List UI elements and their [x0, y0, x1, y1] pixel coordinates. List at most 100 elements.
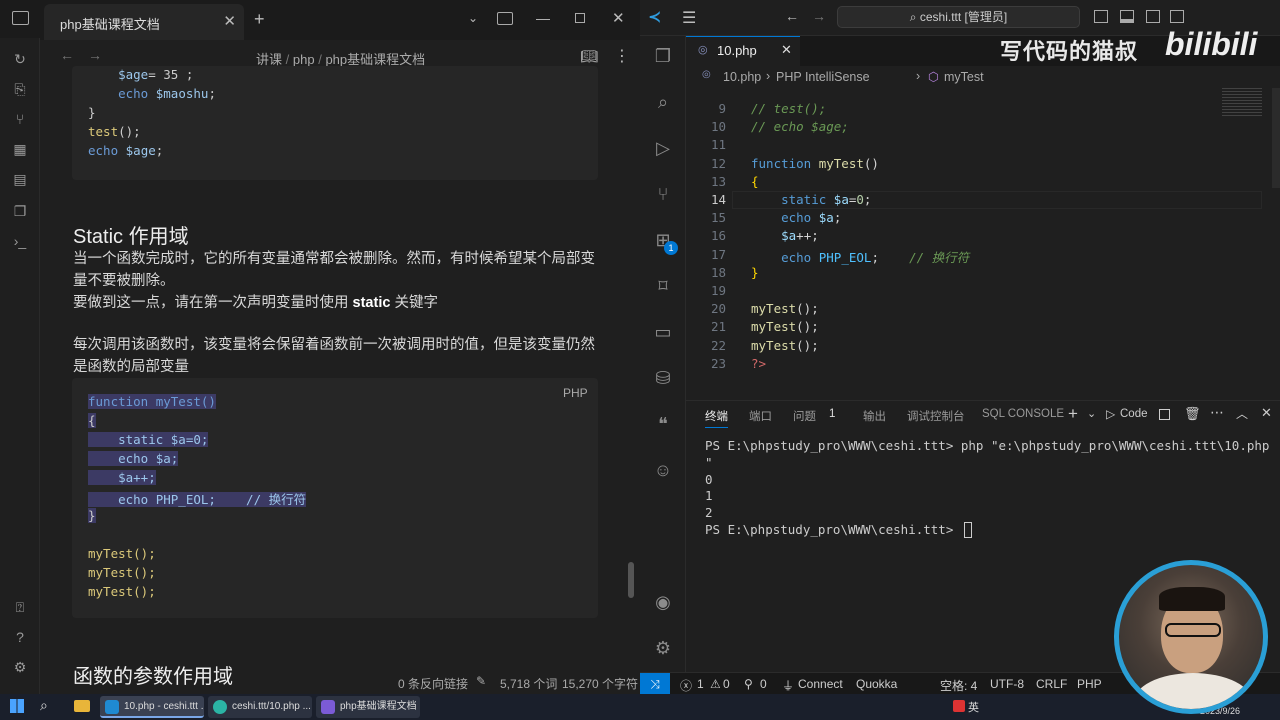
new-tab-icon[interactable]: + — [254, 9, 265, 30]
close-icon[interactable]: ✕ — [223, 12, 236, 30]
scrollbar-thumb[interactable] — [628, 562, 634, 598]
taskbar-item-browser[interactable]: ceshi.ttt/10.php ... — [208, 696, 312, 718]
code-token: $a++; — [88, 470, 156, 485]
maximize-panel-icon[interactable]: ︿ — [1236, 405, 1248, 422]
tab-debug-console[interactable]: 调试控制台 — [907, 408, 965, 424]
trash-icon[interactable]: 🗑︎ — [1184, 406, 1201, 422]
manage-gear-icon[interactable]: ⚙ — [651, 636, 675, 660]
explorer-icon[interactable]: ❐ — [651, 44, 675, 68]
command-center-search[interactable]: ⌕ ceshi.ttt [管理员] — [837, 6, 1080, 28]
presenter-shirt — [1133, 673, 1253, 709]
forward-icon[interactable]: → — [88, 47, 102, 63]
forward-icon[interactable]: → — [812, 8, 826, 24]
eol-setting[interactable]: CRLF — [1036, 677, 1067, 691]
source-control-icon[interactable]: ⑂ — [651, 182, 675, 206]
terminal-icon[interactable]: ›_ — [11, 232, 29, 250]
breadcrumb-file[interactable]: 10.php — [723, 70, 761, 84]
code-token: ; — [833, 210, 842, 226]
code-editor[interactable]: 9 // test(); 10 // echo $age; 11 12 function m… — [686, 88, 1280, 380]
new-terminal-icon[interactable]: + — [1068, 404, 1078, 424]
close-icon[interactable]: ✕ — [781, 42, 792, 58]
warnings-count[interactable]: 0 — [723, 677, 730, 691]
window-close-icon[interactable]: ✕ — [612, 9, 625, 27]
database-icon[interactable]: ⛁ — [651, 366, 675, 390]
tab-problems[interactable]: 问题 — [793, 408, 816, 424]
line-number: 16 — [710, 228, 726, 244]
quokka-button[interactable]: Quokka — [856, 677, 897, 691]
tab-10-php[interactable]: ◎ 10.php ✕ — [686, 36, 800, 66]
more-icon[interactable]: ⋯ — [1210, 404, 1224, 421]
connect-button[interactable]: Connect — [798, 677, 843, 691]
minimize-icon[interactable]: — — [536, 10, 550, 26]
chevron-down-icon[interactable]: ⌄ — [468, 11, 478, 25]
language-mode[interactable]: PHP — [1077, 677, 1102, 691]
split-terminal-icon[interactable] — [1159, 409, 1170, 420]
ime-indicator[interactable]: 英 — [968, 699, 979, 715]
tab-terminal[interactable]: 终端 — [705, 408, 728, 428]
editor-scrollbar[interactable] — [1272, 88, 1280, 188]
run-debug-icon[interactable]: ▷ — [651, 136, 675, 160]
encoding-setting[interactable]: UTF-8 — [990, 677, 1024, 691]
remote-icon[interactable]: ⤨ — [640, 673, 670, 695]
minimap[interactable] — [1222, 88, 1262, 118]
notes-tab[interactable]: php基础课程文档 ✕ — [44, 4, 244, 40]
taskbar-item-notes[interactable]: php基础课程文档 ... — [316, 696, 420, 718]
windows-start-icon[interactable] — [10, 699, 24, 713]
warnings-icon[interactable]: ⚠ — [710, 677, 721, 691]
breadcrumb-item[interactable]: 讲课 — [256, 52, 282, 67]
account-icon[interactable]: ◉ — [651, 590, 675, 614]
layout-icon[interactable] — [1170, 10, 1184, 23]
close-panel-icon[interactable]: ✕ — [1261, 405, 1272, 421]
notes-status-bar: 0 条反向链接 ✎ 5,718 个词 15,270 个字符 — [390, 672, 640, 694]
settings-icon[interactable]: ⚙ — [11, 658, 29, 676]
terminal-shell-label[interactable]: Code — [1120, 408, 1148, 420]
tray-app-icon[interactable] — [953, 700, 965, 712]
menu-icon[interactable]: ☰ — [682, 8, 696, 28]
errors-icon[interactable]: ⓧ — [680, 677, 692, 694]
toggle-panel-icon[interactable] — [1120, 10, 1134, 23]
back-icon[interactable]: ← — [60, 47, 74, 63]
history-icon[interactable]: ↻ — [11, 50, 29, 68]
files-icon[interactable]: ⎘ — [11, 80, 29, 98]
terminal-line: PS E:\phpstudy_pro\WWW\ceshi.ttt> — [705, 522, 961, 537]
quote-icon[interactable]: ❝ — [651, 412, 675, 436]
file-explorer-icon[interactable] — [74, 700, 90, 712]
breadcrumb-item[interactable]: php — [293, 52, 315, 67]
breadcrumb-symbol[interactable]: myTest — [944, 70, 984, 84]
tab-output[interactable]: 输出 — [863, 408, 886, 424]
split-view-icon[interactable] — [497, 12, 513, 25]
toggle-sidebar-icon[interactable] — [1094, 10, 1108, 23]
ports-count[interactable]: 0 — [760, 677, 767, 691]
errors-count[interactable]: 1 — [697, 677, 704, 691]
help-vault-icon[interactable]: ⍰ — [11, 598, 29, 616]
maximize-icon[interactable] — [575, 13, 585, 23]
folder-icon[interactable]: ▭ — [651, 320, 675, 344]
search-icon[interactable]: ⌕ — [40, 697, 48, 714]
sidebar-toggle-icon[interactable] — [12, 11, 29, 25]
grid-icon[interactable]: ▦ — [11, 140, 29, 158]
search-icon[interactable]: ⌕ — [651, 90, 675, 114]
chevron-down-icon[interactable]: ⌄ — [1087, 407, 1096, 420]
calendar-icon[interactable]: ▤ — [11, 170, 29, 188]
reading-mode-icon[interactable]: 📖︎ — [580, 48, 598, 65]
code-token: () — [863, 155, 879, 171]
tab-sql-console[interactable]: SQL CONSOLE — [982, 408, 1064, 420]
ports-icon[interactable]: ⚲ — [744, 677, 753, 691]
help-icon[interactable]: ? — [11, 628, 29, 646]
backlinks-count[interactable]: 0 条反向链接 — [398, 675, 468, 692]
graph-icon[interactable]: ⑂ — [11, 110, 29, 128]
breadcrumb-item[interactable]: php基础课程文档 — [325, 52, 425, 67]
line-number: 20 — [710, 301, 726, 317]
code-token: $a — [833, 192, 849, 207]
taskbar-item-vscode[interactable]: 10.php - ceshi.ttt ... — [100, 696, 204, 718]
chat-icon[interactable]: ☺ — [651, 458, 675, 482]
tab-ports[interactable]: 端口 — [749, 408, 772, 424]
breadcrumb-namespace[interactable]: PHP IntelliSense — [776, 70, 870, 84]
indent-setting[interactable]: 空格: 4 — [940, 677, 977, 694]
more-options-icon[interactable]: ⋮ — [614, 46, 630, 66]
function-cube-icon: ⬡ — [928, 70, 939, 84]
bookmark-icon[interactable]: ⌑ — [651, 274, 675, 298]
toggle-secondary-icon[interactable] — [1146, 10, 1160, 23]
copy-icon[interactable]: ❐ — [11, 202, 29, 220]
back-icon[interactable]: ← — [785, 8, 799, 24]
